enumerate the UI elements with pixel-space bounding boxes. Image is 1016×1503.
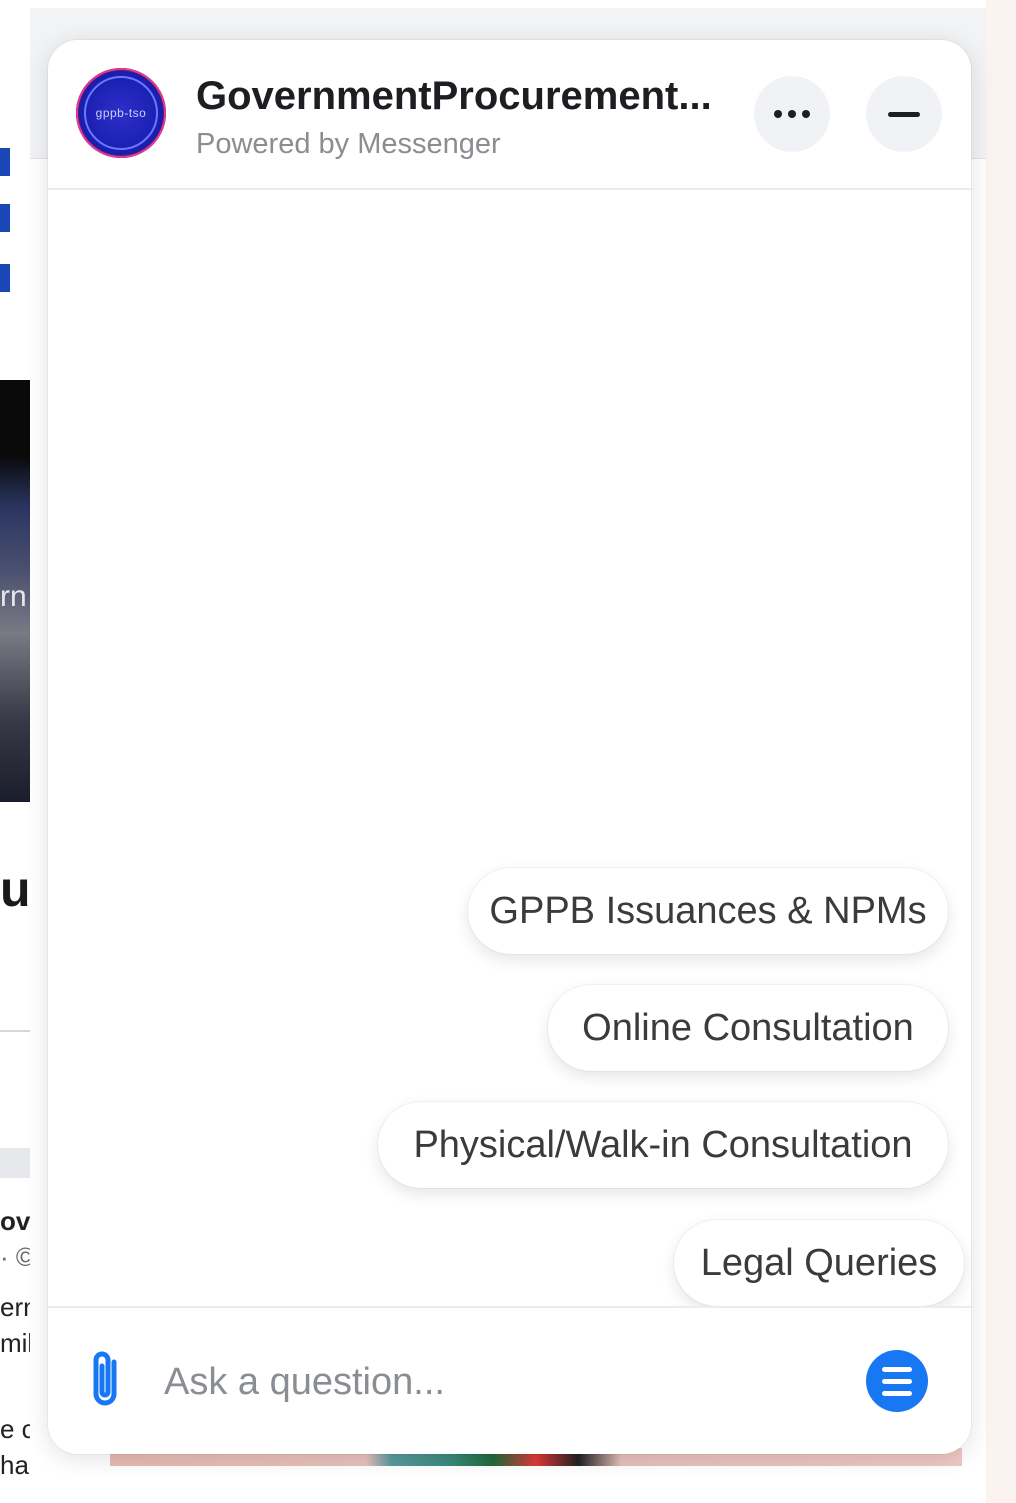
chat-header: gppb-tso GovernmentProcurement... Powere… bbox=[48, 40, 971, 190]
quick-reply-legal-queries[interactable]: Legal Queries bbox=[674, 1220, 964, 1306]
background-heading-fragment: ur bbox=[0, 861, 30, 917]
background-divider bbox=[0, 1030, 30, 1032]
paperclip-icon[interactable] bbox=[84, 1348, 126, 1414]
chat-widget: gppb-tso GovernmentProcurement... Powere… bbox=[48, 40, 971, 1454]
quick-reply-gppb-issuances[interactable]: GPPB Issuances & NPMs bbox=[468, 868, 948, 954]
message-composer bbox=[48, 1306, 971, 1454]
minimize-icon bbox=[888, 111, 920, 117]
avatar-logo: gppb-tso bbox=[84, 76, 158, 150]
background-blue-bar bbox=[0, 204, 10, 232]
chat-title[interactable]: GovernmentProcurement... bbox=[196, 74, 726, 119]
background-grey-block bbox=[0, 1148, 30, 1178]
background-text-fragment: e c bbox=[0, 1414, 30, 1444]
ask-question-input[interactable] bbox=[164, 1352, 824, 1412]
background-blue-bar bbox=[0, 264, 10, 292]
menu-icon[interactable] bbox=[866, 1350, 928, 1412]
background-text-fragment: · © bbox=[0, 1242, 30, 1272]
background-text-fragment: mil bbox=[0, 1328, 30, 1358]
background-blue-bar bbox=[0, 148, 10, 176]
quick-reply-online-consultation[interactable]: Online Consultation bbox=[548, 985, 948, 1071]
background-text-fragment: rn bbox=[0, 580, 27, 613]
background-text-fragment: ha bbox=[0, 1450, 29, 1480]
minimize-button[interactable] bbox=[866, 76, 942, 152]
quick-reply-walk-in-consultation[interactable]: Physical/Walk-in Consultation bbox=[378, 1102, 948, 1188]
message-list: GPPB Issuances & NPMs Online Consultatio… bbox=[48, 190, 971, 1306]
avatar[interactable]: gppb-tso bbox=[76, 68, 166, 158]
more-options-button[interactable] bbox=[754, 76, 830, 152]
more-horizontal-icon bbox=[774, 110, 810, 118]
chat-subtitle: Powered by Messenger bbox=[196, 128, 501, 160]
background-text-fragment: ern bbox=[0, 1292, 30, 1322]
background-right-strip bbox=[986, 0, 1016, 1503]
background-text-fragment: ove bbox=[0, 1206, 30, 1236]
